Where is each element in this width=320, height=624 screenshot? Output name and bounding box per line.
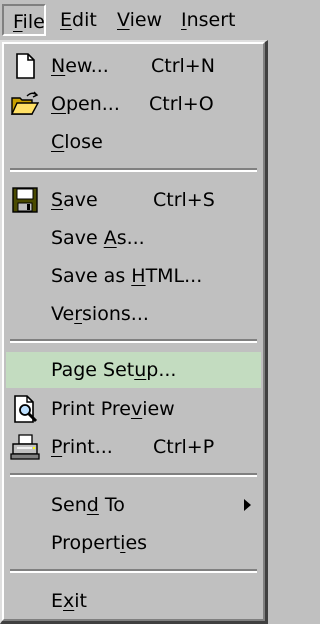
- menu-item-label: New...: [51, 55, 109, 77]
- menu-item-exit[interactable]: Exit: [6, 583, 261, 619]
- menu-item-label: Print...: [51, 436, 113, 458]
- menu-item-label: Save as HTML...: [51, 265, 203, 287]
- menu-item-close[interactable]: Close: [6, 124, 261, 160]
- menu-item-new[interactable]: New... Ctrl+N: [6, 48, 261, 84]
- menu-item-label: Open...: [51, 93, 120, 115]
- menu-item-save-as[interactable]: Save As...: [6, 220, 261, 256]
- printer-icon: [10, 434, 40, 460]
- menu-file[interactable]: File: [2, 4, 46, 36]
- menu-edit[interactable]: Edit: [60, 0, 97, 40]
- menu-insert[interactable]: Insert: [181, 0, 236, 40]
- menu-item-label: Close: [51, 131, 103, 153]
- menu-item-label: Save: [51, 189, 98, 211]
- menu-item-label: Send To: [51, 494, 125, 516]
- menu-item-open[interactable]: Open... Ctrl+O: [6, 86, 261, 122]
- menu-item-save[interactable]: Save Ctrl+S: [6, 182, 261, 218]
- menu-separator: [10, 569, 257, 573]
- menu-item-print[interactable]: Print... Ctrl+P: [6, 429, 261, 465]
- menu-view[interactable]: View: [117, 0, 162, 40]
- menu-bar: File Edit View Insert: [0, 0, 268, 40]
- open-folder-icon: [10, 91, 40, 115]
- menu-separator: [10, 473, 257, 477]
- print-preview-icon: [14, 395, 38, 423]
- submenu-arrow-icon: [244, 499, 251, 511]
- menu-separator: [10, 168, 257, 172]
- save-disk-icon: [12, 187, 38, 213]
- menu-item-label: Save As...: [51, 227, 145, 249]
- shortcut-label: Ctrl+S: [153, 189, 215, 211]
- menu-separator: [10, 339, 257, 343]
- menu-item-label: Print Preview: [51, 398, 175, 420]
- menu-item-print-preview[interactable]: Print Preview: [6, 391, 261, 427]
- menu-item-send-to[interactable]: Send To: [6, 487, 261, 523]
- shortcut-label: Ctrl+O: [149, 93, 214, 115]
- menu-item-label: Properties: [51, 532, 148, 554]
- file-dropdown-menu: New... Ctrl+N Open... Ctrl+O Close Save …: [0, 40, 268, 624]
- menu-item-save-as-html[interactable]: Save as HTML...: [6, 258, 261, 294]
- menu-item-label: Exit: [51, 590, 87, 612]
- menu-item-properties[interactable]: Properties: [6, 525, 261, 561]
- new-document-icon: [16, 53, 35, 79]
- shortcut-label: Ctrl+P: [153, 436, 215, 458]
- menu-item-versions[interactable]: Versions...: [6, 296, 261, 332]
- shortcut-label: Ctrl+N: [151, 55, 215, 77]
- menu-item-label: Page Setup...: [51, 359, 177, 381]
- menu-item-page-setup[interactable]: Page Setup...: [6, 352, 261, 388]
- menu-item-label: Versions...: [51, 303, 149, 325]
